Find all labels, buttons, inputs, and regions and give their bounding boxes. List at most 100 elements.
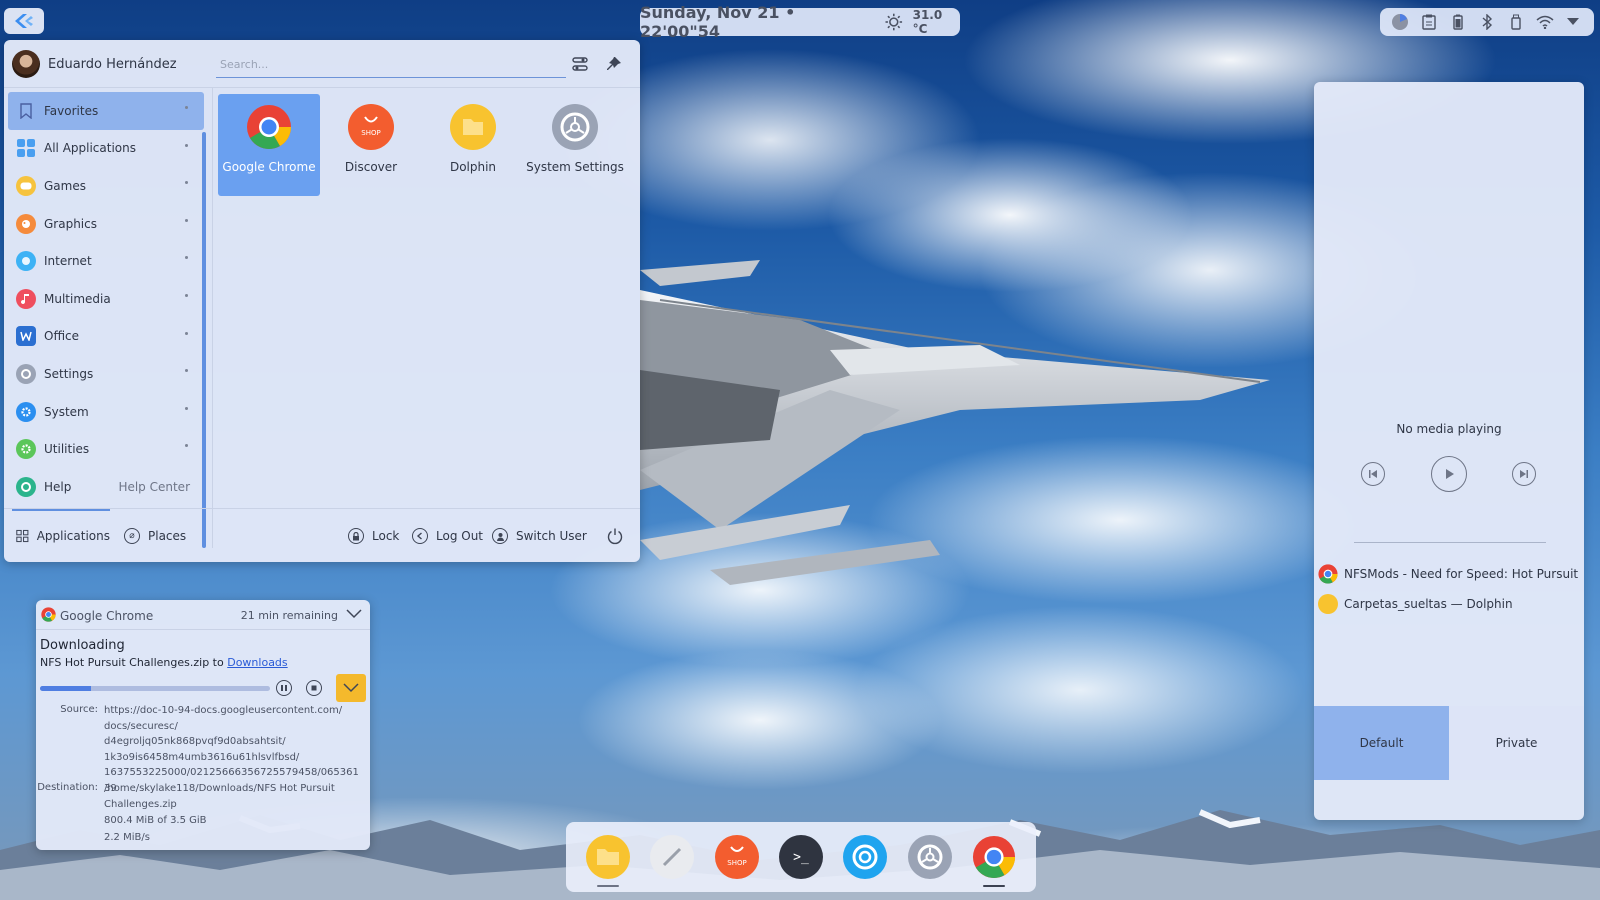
notification-title: Downloading: [40, 638, 125, 653]
clock-weather-widget[interactable]: Sunday, Nov 21 • 22'00"54 31.0 °C: [640, 3, 960, 41]
profile-private[interactable]: Private: [1449, 706, 1584, 780]
favorite-dolphin[interactable]: Dolphin: [422, 94, 524, 196]
tab-applications[interactable]: Applications: [12, 509, 110, 562]
search-input[interactable]: [216, 52, 566, 78]
source-label: Source:: [60, 704, 98, 715]
category-graphics[interactable]: Graphics: [8, 205, 204, 243]
favorite-discover[interactable]: SHOP Discover: [320, 94, 422, 196]
destination-line: /home/skylake118/Downloads/NFS Hot Pursu…: [104, 783, 335, 794]
category-label: System: [44, 404, 89, 419]
download-speed: 2.2 MiB/s: [104, 832, 150, 843]
download-progress-bar: [40, 686, 270, 691]
lock-icon: [348, 528, 364, 544]
task-item-chrome[interactable]: NFSMods - Need for Speed: Hot Pursuit C.…: [1318, 562, 1580, 586]
usb-device-icon[interactable]: [1507, 13, 1525, 31]
battery-icon[interactable]: [1449, 13, 1467, 31]
favorite-system-settings[interactable]: System Settings: [524, 94, 626, 196]
gamepad-icon: [16, 175, 36, 196]
dock-text-editor[interactable]: [650, 835, 695, 879]
favorite-google-chrome[interactable]: Google Chrome: [218, 94, 320, 196]
configure-icon[interactable]: [570, 54, 590, 74]
menu-divider: [212, 88, 213, 548]
gear-icon: [16, 363, 36, 384]
chevron-dot-icon: [185, 143, 188, 147]
help-center-link[interactable]: Help Center: [118, 480, 190, 494]
bluetooth-icon[interactable]: [1478, 13, 1496, 31]
previous-track-button[interactable]: [1361, 462, 1385, 486]
category-favorites[interactable]: Favorites: [8, 92, 204, 130]
category-scrollbar[interactable]: [202, 132, 206, 548]
music-note-icon: [16, 288, 36, 309]
dock-system-settings[interactable]: [907, 835, 952, 879]
pause-button[interactable]: [276, 680, 292, 696]
category-label: Internet: [44, 254, 92, 269]
compass-icon: ⌀: [124, 528, 140, 544]
app-label: Dolphin: [449, 160, 497, 174]
chevron-dot-icon: [185, 444, 188, 448]
pause-icon: [281, 685, 287, 691]
log-out-button[interactable]: Log Out: [412, 509, 483, 562]
folder-icon: [450, 104, 496, 150]
avatar[interactable]: [12, 50, 40, 78]
system-gear-icon: [16, 401, 36, 422]
power-button[interactable]: [606, 509, 624, 562]
source-line: https://doc-10-94-docs.googleusercontent…: [104, 705, 343, 716]
dock-dolphin-folder[interactable]: [586, 835, 631, 887]
power-icon: [607, 528, 623, 545]
skip-next-icon: [1520, 470, 1528, 478]
dock-browser[interactable]: [843, 835, 888, 879]
chevron-down-icon[interactable]: [1564, 13, 1582, 31]
clipboard-icon[interactable]: [1420, 13, 1438, 31]
category-office[interactable]: Office: [8, 318, 204, 356]
palette-icon: [16, 213, 36, 234]
category-games[interactable]: Games: [8, 167, 204, 205]
next-track-button[interactable]: [1512, 462, 1536, 486]
category-settings[interactable]: Settings: [8, 355, 204, 393]
favorites-grid: Google Chrome SHOP Discover Dolphin Syst…: [218, 94, 638, 204]
task-item-dolphin[interactable]: Carpetas_sueltas — Dolphin: [1318, 592, 1580, 616]
expand-details-button[interactable]: [336, 674, 366, 702]
user-name: Eduardo Hernández: [48, 57, 177, 72]
chevron-down-icon[interactable]: [346, 609, 362, 619]
play-button[interactable]: [1431, 456, 1467, 492]
lock-button[interactable]: Lock: [348, 509, 399, 562]
running-indicator: [597, 885, 620, 887]
terminal-icon: >_: [793, 849, 809, 865]
globe-icon: [16, 251, 36, 272]
button-label: Switch User: [516, 529, 587, 543]
chevron-dot-icon: [185, 406, 188, 410]
pin-icon[interactable]: [604, 54, 624, 74]
time-remaining: 21 min remaining: [240, 609, 338, 622]
category-all-applications[interactable]: All Applications: [8, 130, 204, 168]
dock-discover[interactable]: SHOP: [714, 835, 759, 879]
source-line: 1k3o9is6458m4umb3616u61hlsvlfbsd/: [104, 751, 300, 763]
wifi-icon[interactable]: [1536, 13, 1554, 31]
switch-user-button[interactable]: Switch User: [492, 509, 587, 562]
category-label: Help: [44, 479, 72, 494]
dock-google-chrome[interactable]: [972, 835, 1016, 887]
destination-value: /home/skylake118/Downloads/NFS Hot Pursu…: [104, 781, 360, 812]
category-label: Settings: [44, 366, 94, 381]
grid-icon: [16, 138, 36, 158]
lifebuoy-icon: [16, 476, 36, 497]
category-multimedia[interactable]: Multimedia: [8, 280, 204, 318]
profile-default[interactable]: Default: [1314, 706, 1449, 780]
chrome-icon: [972, 835, 1015, 879]
stop-button[interactable]: [306, 680, 322, 696]
progress-fill: [40, 686, 91, 691]
application-launcher-button[interactable]: [4, 8, 44, 34]
tab-places[interactable]: ⌀ Places: [124, 509, 186, 562]
category-help[interactable]: Help Help Center: [8, 468, 204, 506]
shop-badge-text: SHOP: [727, 859, 746, 867]
downloads-link[interactable]: Downloads: [227, 656, 287, 669]
pie-status-icon[interactable]: [1391, 13, 1409, 31]
chrome-icon: [1318, 564, 1338, 584]
app-label: Discover: [344, 160, 398, 174]
category-utilities[interactable]: Utilities: [8, 430, 204, 468]
category-system[interactable]: System: [8, 393, 204, 431]
download-size: 800.4 MiB of 3.5 GiB: [104, 815, 207, 826]
category-label: Utilities: [44, 442, 90, 457]
chevron-down-icon: [343, 683, 359, 693]
dock-terminal[interactable]: >_: [778, 835, 823, 879]
category-internet[interactable]: Internet: [8, 242, 204, 280]
